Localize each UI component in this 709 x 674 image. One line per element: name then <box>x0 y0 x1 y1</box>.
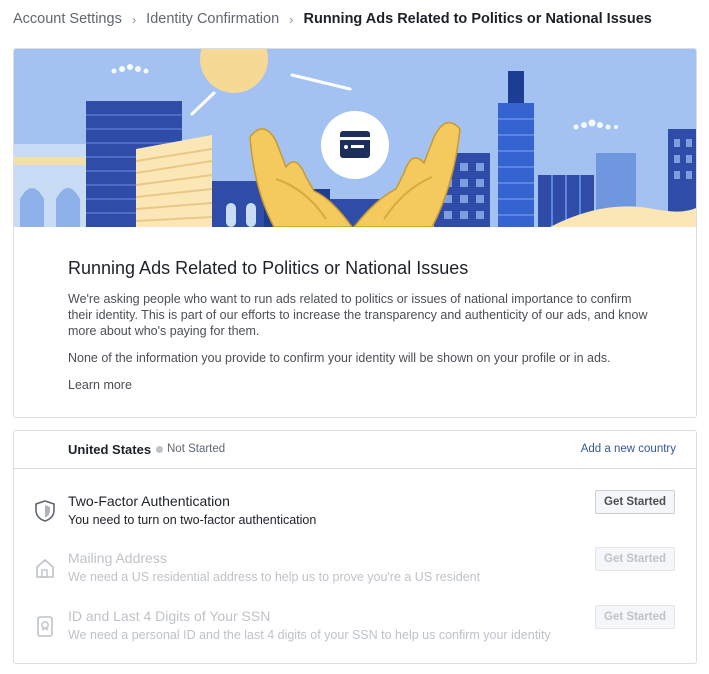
breadcrumb-current: Running Ads Related to Politics or Natio… <box>303 11 652 27</box>
get-started-button-mailing-address[interactable]: Get Started <box>595 547 675 571</box>
status-dot-icon <box>156 445 163 453</box>
intro-paragraph-1: We're asking people who want to run ads … <box>68 292 648 338</box>
breadcrumb-identity-confirmation[interactable]: Identity Confirmation <box>146 11 279 27</box>
step-title: ID and Last 4 Digits of Your SSN <box>68 608 271 624</box>
learn-more-link[interactable]: Learn more <box>68 378 132 392</box>
step-description: We need a personal ID and the last 4 dig… <box>68 628 551 642</box>
breadcrumb: Account Settings › Identity Confirmation… <box>13 9 652 29</box>
house-icon <box>36 558 54 578</box>
intro-body: Running Ads Related to Politics or Natio… <box>68 257 648 394</box>
step-description: We need a US residential address to help… <box>68 570 481 584</box>
chevron-right-icon: › <box>289 11 294 27</box>
chevron-right-icon: › <box>131 11 137 27</box>
status-text: Not Started <box>167 443 226 455</box>
country-name: United States <box>68 442 152 457</box>
step-two-factor-authentication: Two-Factor Authentication You need to tu… <box>14 490 696 543</box>
breadcrumb-account-settings[interactable]: Account Settings <box>13 11 122 27</box>
step-title: Two-Factor Authentication <box>68 493 230 509</box>
intro-card: Running Ads Related to Politics or Natio… <box>13 48 697 418</box>
step-description: You need to turn on two-factor authentic… <box>68 513 317 527</box>
city-banner-illustration <box>14 49 696 227</box>
step-title: Mailing Address <box>68 550 167 566</box>
get-started-button-two-factor[interactable]: Get Started <box>595 490 675 514</box>
id-card-icon <box>37 616 53 637</box>
step-mailing-address: Mailing Address We need a US residential… <box>14 547 696 600</box>
confirmation-steps-card: United States Not Started Add a new coun… <box>13 430 697 664</box>
step-id-ssn: ID and Last 4 Digits of Your SSN We need… <box>14 605 696 658</box>
intro-paragraph-2: None of the information you provide to c… <box>68 351 611 365</box>
intro-title: Running Ads Related to Politics or Natio… <box>68 258 469 278</box>
steps-header: United States Not Started Add a new coun… <box>14 431 696 469</box>
status-badge: Not Started <box>156 443 225 455</box>
add-new-country-link[interactable]: Add a new country <box>581 443 676 455</box>
get-started-button-id-ssn[interactable]: Get Started <box>595 605 675 629</box>
shield-icon <box>35 500 55 522</box>
